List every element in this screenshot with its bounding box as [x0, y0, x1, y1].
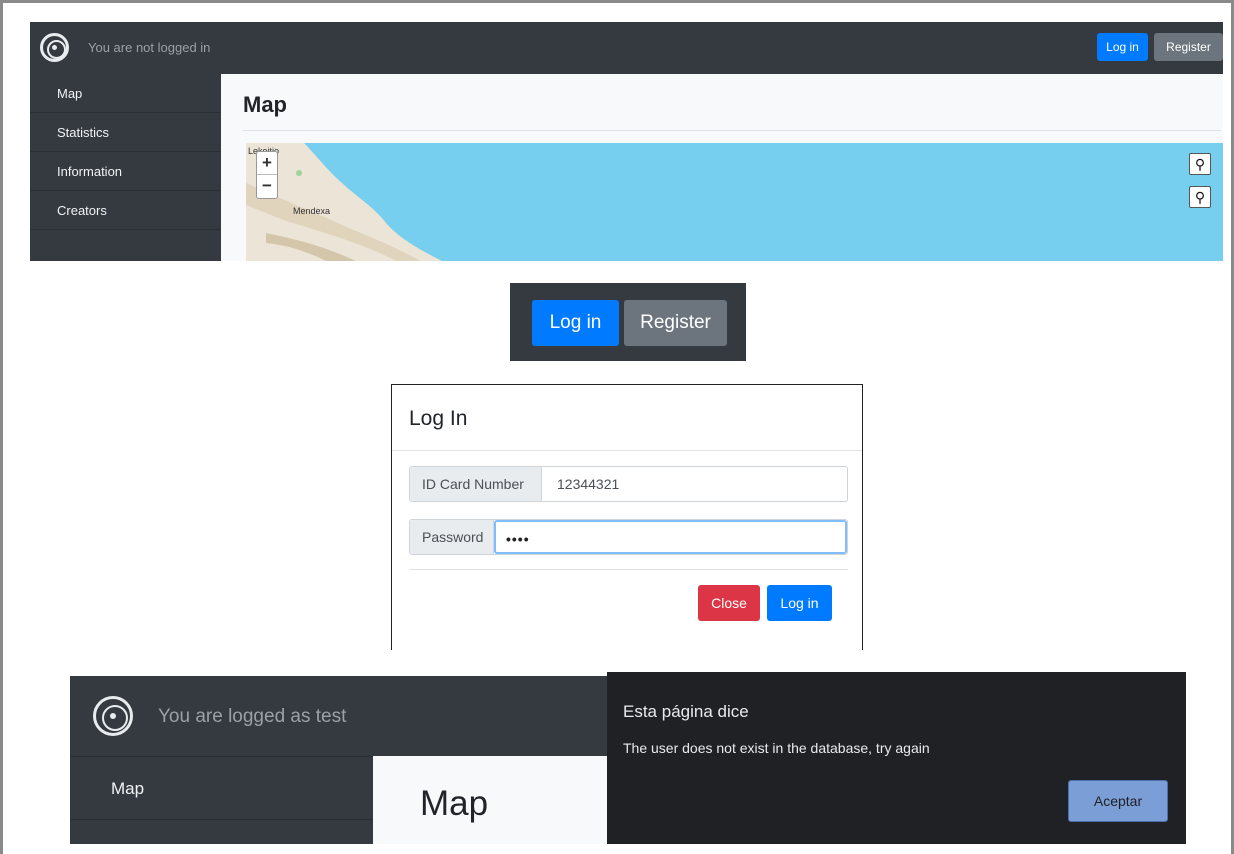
modal-title: Log In	[409, 407, 468, 430]
alert-dialog: Esta página dice The user does not exist…	[607, 672, 1186, 844]
close-button[interactable]: Close	[698, 585, 760, 621]
dialog-message: The user does not exist in the database,…	[623, 740, 930, 756]
navbar: You are logged as test	[70, 676, 607, 756]
home-panel: You are not logged in Log in Register Ma…	[30, 22, 1223, 261]
login-submit-button[interactable]: Log in	[767, 585, 832, 621]
sidebar-item-statistics[interactable]: Statistics	[30, 113, 221, 152]
map-view[interactable]: Lekeitio Mendexa + − ⚲ ⚲	[246, 143, 1223, 261]
login-button[interactable]: Log in	[1097, 33, 1148, 61]
login-status: You are logged as test	[158, 706, 347, 727]
login-status: You are not logged in	[88, 40, 211, 55]
password-label: Password	[410, 520, 494, 554]
zoom-in-button[interactable]: +	[257, 152, 277, 175]
id-card-input[interactable]: 12344321	[557, 467, 619, 501]
id-card-label: ID Card Number	[410, 467, 542, 501]
sidebar-item-map[interactable]: Map	[30, 74, 221, 113]
password-field[interactable]: Password ••••	[409, 519, 848, 555]
map-land	[246, 143, 442, 261]
login-button[interactable]: Log in	[532, 300, 619, 346]
search-icon[interactable]: ⚲	[1189, 153, 1211, 175]
search-icon[interactable]: ⚲	[1189, 186, 1211, 208]
radar-logo-icon	[40, 33, 69, 62]
radar-logo-icon	[93, 696, 133, 736]
map-place-label: Mendexa	[293, 206, 331, 216]
zoom-control: + −	[256, 151, 278, 199]
sidebar-item-creators[interactable]: Creators	[30, 191, 221, 230]
accept-button[interactable]: Aceptar	[1068, 780, 1168, 822]
sidebar: Map	[70, 756, 373, 844]
divider	[243, 130, 1221, 131]
sidebar-item-information[interactable]: Information	[30, 152, 221, 191]
auth-buttons-closeup: Log in Register	[510, 283, 746, 361]
sidebar: Map Statistics Information Creators	[30, 74, 221, 261]
page-title: Map	[420, 784, 489, 823]
navbar: You are not logged in Log in Register	[30, 22, 1223, 74]
sidebar-item-map[interactable]: Map	[70, 757, 373, 820]
login-modal: Log In ID Card Number 12344321 Password …	[391, 384, 863, 650]
divider	[392, 450, 862, 451]
register-button[interactable]: Register	[624, 300, 727, 346]
page-title: Map	[243, 92, 287, 117]
register-button[interactable]: Register	[1154, 33, 1223, 61]
id-card-field[interactable]: ID Card Number 12344321	[409, 466, 848, 502]
zoom-out-button[interactable]: −	[257, 175, 277, 198]
logged-in-panel: You are logged as test Map Map	[70, 676, 607, 844]
divider	[409, 569, 848, 570]
password-input[interactable]: ••••	[494, 520, 847, 554]
dialog-title: Esta página dice	[623, 702, 749, 721]
